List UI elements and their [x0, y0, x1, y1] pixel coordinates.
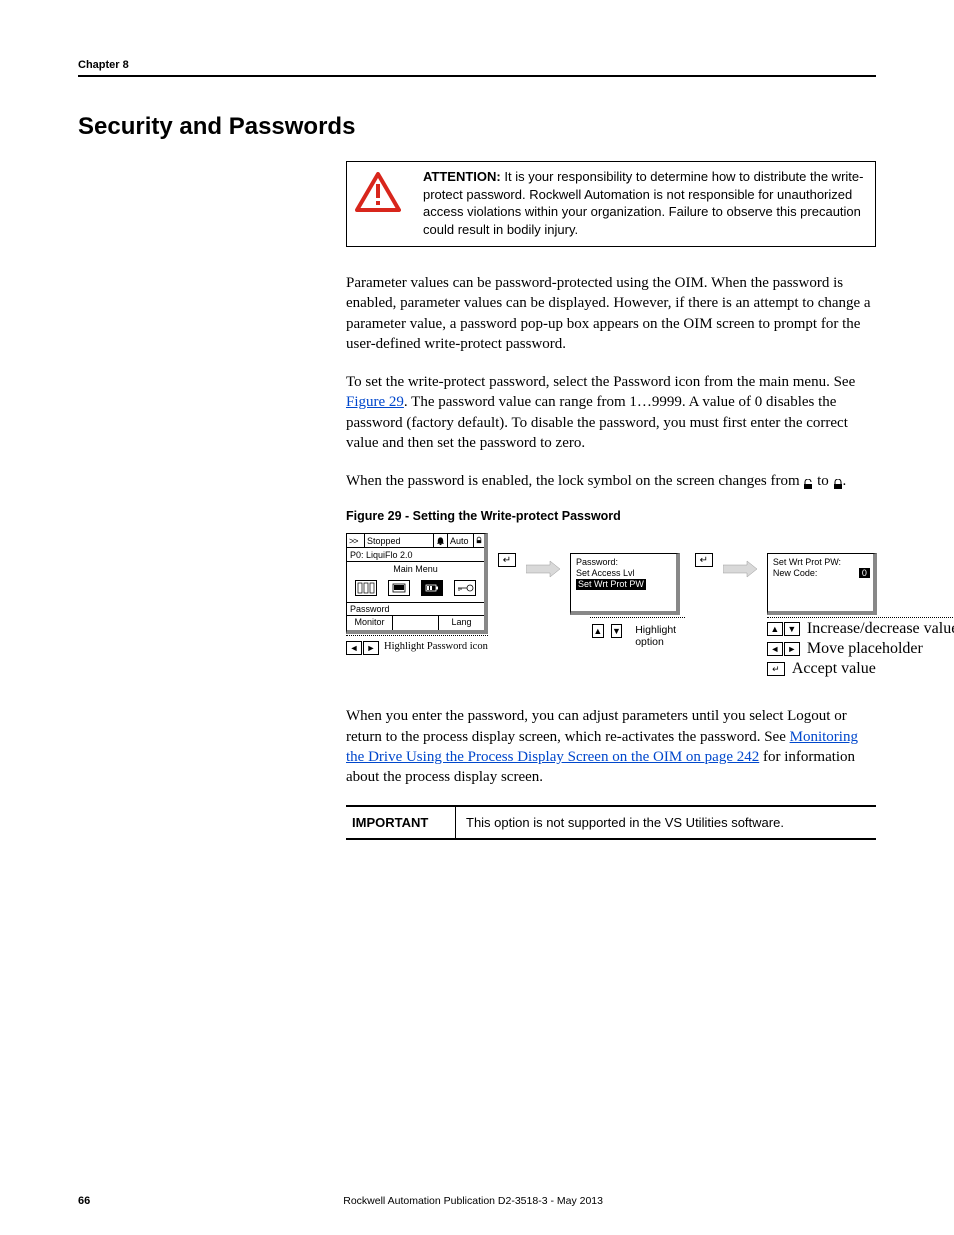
oim-port: P0: LiquiFlo 2.0 [347, 548, 484, 562]
important-text: This option is not supported in the VS U… [456, 807, 794, 838]
page-footer: 66 Rockwell Automation Publication D2-35… [0, 1195, 954, 1207]
section-heading: Security and Passwords [78, 113, 876, 141]
down-arrow-key: ▼ [611, 624, 623, 638]
paragraph-2a: To set the write-protect password, selec… [346, 374, 855, 390]
figure-29-link[interactable]: Figure 29 [346, 394, 404, 410]
oim-status: Stopped [365, 534, 434, 547]
oim-softkey-monitor: Monitor [347, 616, 393, 630]
attention-text: ATTENTION: It is your responsibility to … [405, 168, 865, 238]
oim3-caption-a: Increase/decrease value [807, 620, 954, 638]
transition-2: ↵ [695, 533, 713, 571]
up-arrow-key: ▲ [592, 624, 604, 638]
oim-softkey-blank [393, 616, 439, 630]
oim2-line-3-highlighted: Set Wrt Prot PW [576, 579, 646, 590]
down-arrow-key: ▼ [784, 622, 800, 636]
paragraph-4a: When you enter the password, you can adj… [346, 708, 847, 744]
oim2-line-1: Password: [574, 557, 673, 568]
attention-icon [355, 168, 405, 217]
paragraph-2b: . The password value can range from 1…99… [346, 394, 848, 451]
transition-1: ↵ [498, 533, 516, 571]
attention-label: ATTENTION: [423, 169, 501, 184]
right-arrow-key: ► [784, 642, 800, 656]
oim-1-caption: ◄► Highlight Password icon [346, 635, 488, 655]
lock-open-icon [803, 476, 813, 487]
left-arrow-key: ◄ [346, 641, 362, 655]
publication-id: Rockwell Automation Publication D2-3518-… [90, 1195, 856, 1207]
battery-icon [421, 580, 443, 596]
enter-key-icon: ↵ [695, 553, 713, 567]
oim3-caption-c: Accept value [792, 660, 876, 678]
oim-password-label: Password [347, 603, 484, 616]
oim-icon-row [347, 576, 484, 600]
lock-icon [474, 534, 484, 547]
bell-icon [434, 534, 448, 547]
oim-prompt-icon: >> [347, 534, 365, 547]
oim-2-caption-text: Highlight option [635, 624, 685, 648]
oim-3-caption: ▲▼ Increase/decrease value ◄► Move place… [767, 617, 954, 678]
digits-icon [355, 580, 377, 596]
paragraph-4: When you enter the password, you can adj… [346, 706, 876, 787]
oim-screen-1: >> Stopped Auto P0: LiquiFlo 2.0 Main Me… [346, 533, 488, 634]
oim-screen-3: Set Wrt Prot PW: New Code: 0 [767, 553, 877, 615]
oim-menu-label: Main Menu [347, 564, 484, 576]
oim-screen-1-col: >> Stopped Auto P0: LiquiFlo 2.0 Main Me… [346, 533, 488, 655]
attention-box: ATTENTION: It is your responsibility to … [346, 161, 876, 247]
enter-key-icon: ↵ [767, 662, 785, 676]
enter-key-icon: ↵ [498, 553, 516, 567]
oim-screen-2: Password: Set Access Lvl Set Wrt Prot PW [570, 553, 680, 615]
arrow-2 [723, 533, 757, 587]
paragraph-2: To set the write-protect password, selec… [346, 372, 876, 453]
chapter-label: Chapter 8 [78, 59, 129, 71]
oim-screen-2-col: Password: Set Access Lvl Set Wrt Prot PW… [570, 553, 685, 648]
paragraph-3: When the password is enabled, the lock s… [346, 471, 876, 491]
paragraph-3b: to [813, 473, 832, 489]
figure-title: Figure 29 - Setting the Write-protect Pa… [346, 509, 876, 523]
oim3-line-2: New Code: [771, 568, 870, 579]
page-header: Chapter 8 [78, 55, 876, 77]
page-number: 66 [78, 1195, 90, 1207]
oim-softkey-lang: Lang [439, 616, 484, 630]
page: Chapter 8 Security and Passwords ATTENTI… [0, 0, 954, 1235]
right-arrow-key: ► [363, 641, 379, 655]
paragraph-1: Parameter values can be password-protect… [346, 273, 876, 354]
arrow-1 [526, 533, 560, 587]
oim-1-caption-text: Highlight Password icon [380, 641, 488, 653]
oim2-line-2: Set Access Lvl [574, 568, 673, 579]
oim-figure-row: >> Stopped Auto P0: LiquiFlo 2.0 Main Me… [346, 533, 876, 680]
important-label: IMPORTANT [346, 807, 456, 838]
oim-screen-3-col: Set Wrt Prot PW: New Code: 0 ▲▼ Increase… [767, 553, 954, 680]
screen-icon [388, 580, 410, 596]
oim3-value: 0 [859, 568, 870, 578]
paragraph-3c: . [843, 473, 847, 489]
oim3-caption-b: Move placeholder [807, 640, 923, 658]
lock-closed-icon [833, 476, 843, 487]
paragraph-3a: When the password is enabled, the lock s… [346, 473, 803, 489]
key-icon [454, 580, 476, 596]
oim3-line-1: Set Wrt Prot PW: [771, 557, 870, 568]
oim-mode: Auto [448, 534, 474, 547]
important-box: IMPORTANT This option is not supported i… [346, 805, 876, 840]
left-arrow-key: ◄ [767, 642, 783, 656]
up-arrow-key: ▲ [767, 622, 783, 636]
content-column: ATTENTION: It is your responsibility to … [346, 161, 876, 840]
oim-2-caption: ▲ ▼ Highlight option [590, 617, 685, 648]
